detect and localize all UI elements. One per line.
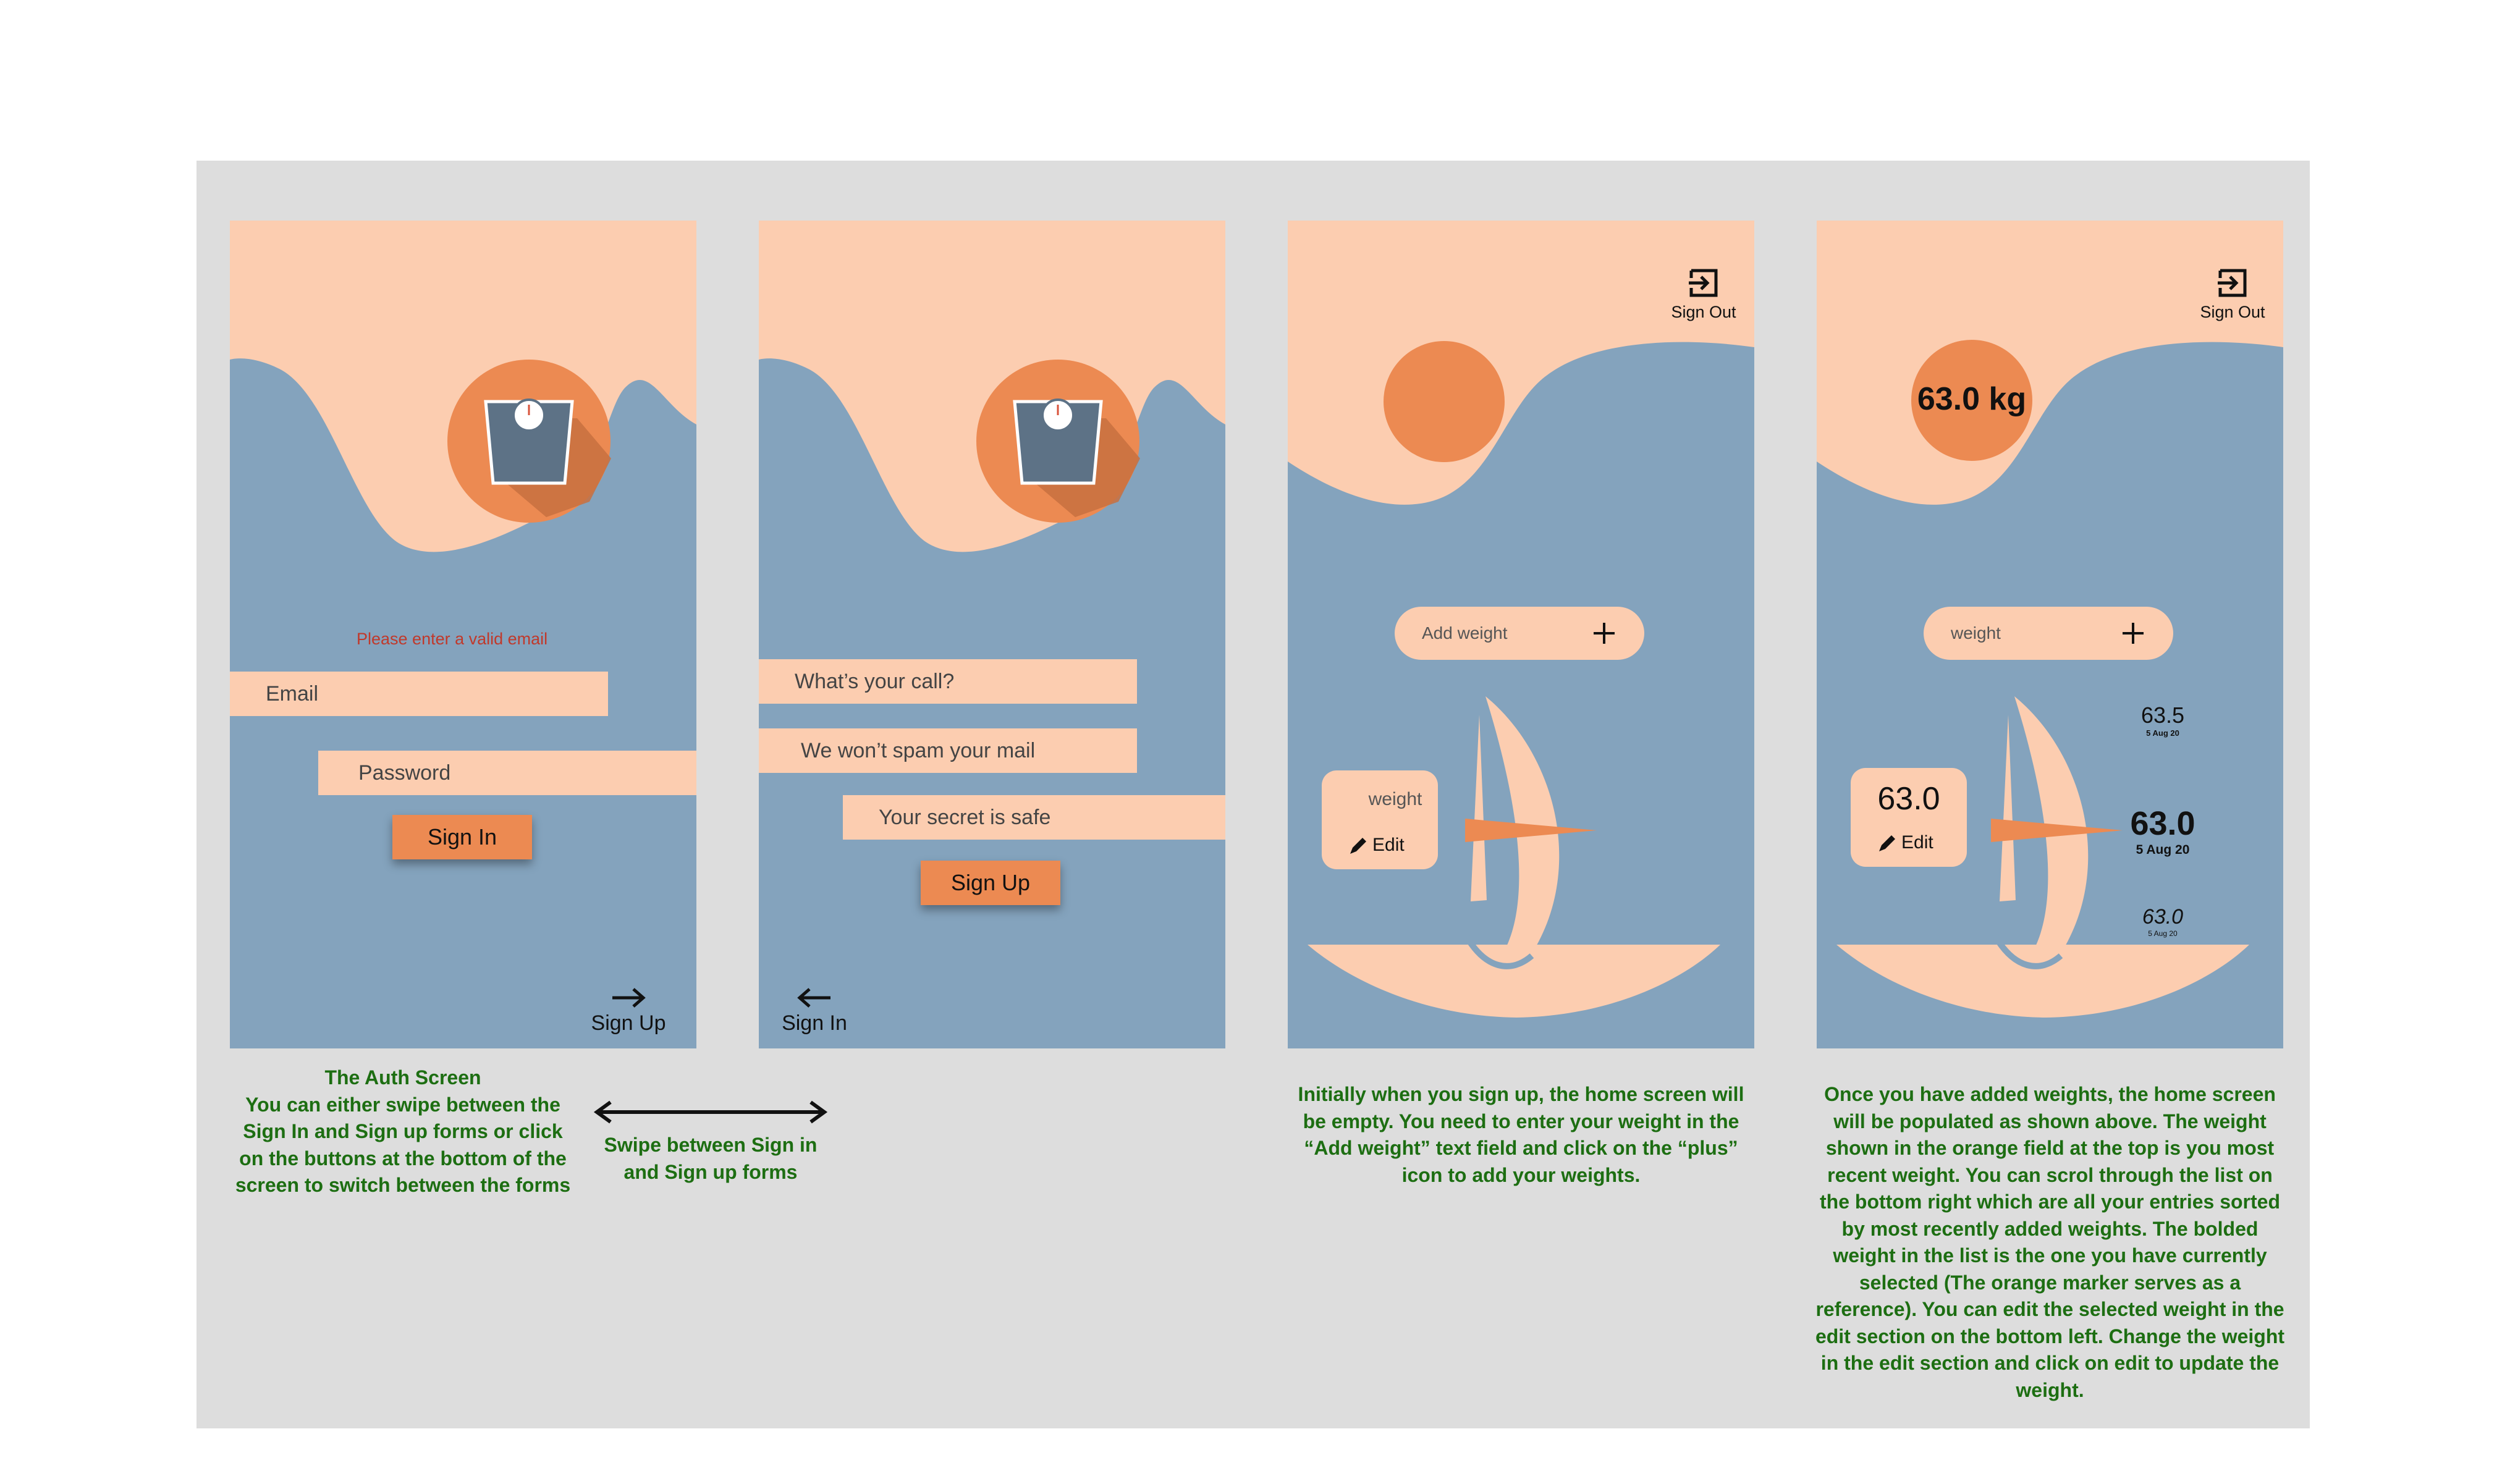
sign-out-button[interactable]: Sign Out xyxy=(2192,267,2273,322)
plus-icon[interactable] xyxy=(1589,618,1620,649)
add-weight-placeholder: weight xyxy=(1951,623,2001,643)
arrow-right-icon xyxy=(612,988,646,1008)
sign-out-label: Sign Out xyxy=(2200,303,2265,321)
entry-date: 5 Aug 20 xyxy=(2146,728,2179,738)
pencil-icon xyxy=(1350,838,1366,854)
edit-label: Edit xyxy=(1372,835,1405,855)
home-populated-caption: Once you have added weights, the home sc… xyxy=(1815,1083,2285,1401)
swipe-caption: Swipe between Sign in and Sign up forms xyxy=(604,1134,818,1183)
scale-logo-icon xyxy=(447,360,611,523)
weight-circle-empty xyxy=(1384,341,1505,462)
list-item[interactable]: 63.0 5 Aug 20 xyxy=(2113,905,2212,938)
scale-logo-icon xyxy=(976,360,1140,523)
sign-out-icon xyxy=(1689,269,1718,297)
auth-caption: The Auth Screen You can either swipe bet… xyxy=(235,1066,571,1196)
add-weight-placeholder: Add weight xyxy=(1422,623,1508,643)
email-error-text: Please enter a valid email xyxy=(357,630,548,648)
edit-button[interactable]: Edit xyxy=(1348,835,1405,856)
password-input[interactable]: Your secret is safe xyxy=(843,795,1225,840)
sign-out-button[interactable]: Sign Out xyxy=(1663,267,1744,322)
edit-weight-input[interactable]: weight xyxy=(1322,789,1438,810)
weight-history-list[interactable]: 63.5 5 Aug 20 63.0 5 Aug 20 63.0 5 Aug 2… xyxy=(2113,702,2212,980)
sign-up-button[interactable]: Sign Up xyxy=(921,861,1060,905)
home-empty-screen: Sign Out Add weight weight Edit xyxy=(1288,221,1754,1048)
plus-icon[interactable] xyxy=(2118,618,2149,649)
go-to-sign-up-button[interactable]: Sign Up xyxy=(585,987,672,1035)
home-empty-caption: Initially when you sign up, the home scr… xyxy=(1298,1083,1744,1186)
edit-weight-box: weight Edit xyxy=(1322,770,1438,869)
edit-label: Edit xyxy=(1901,832,1933,853)
selection-marker xyxy=(1991,819,2123,842)
sign-in-button[interactable]: Sign In xyxy=(392,815,532,859)
current-weight-value: 63.0 kg xyxy=(1917,381,2027,417)
entry-weight: 63.0 xyxy=(2142,905,2184,929)
sign-up-screen: What’s your call? We won’t spam your mai… xyxy=(759,221,1225,1048)
sign-in-nav-label: Sign In xyxy=(782,1011,847,1035)
list-item-selected[interactable]: 63.0 5 Aug 20 xyxy=(2113,804,2212,858)
sign-out-label: Sign Out xyxy=(1671,303,1736,321)
entry-date: 5 Aug 20 xyxy=(2136,843,2190,857)
current-weight-circle: 63.0 kg xyxy=(1911,340,2032,461)
add-weight-input[interactable]: Add weight xyxy=(1395,607,1644,660)
sign-in-screen: Please enter a valid email Email Passwor… xyxy=(230,221,696,1048)
email-input[interactable]: We won’t spam your mail xyxy=(759,728,1137,773)
entry-weight: 63.0 xyxy=(2130,805,2195,842)
selection-marker xyxy=(1465,819,1597,842)
edit-weight-input[interactable]: 63.0 xyxy=(1851,780,1967,817)
sign-up-nav-label: Sign Up xyxy=(591,1011,666,1035)
password-input[interactable]: Password xyxy=(318,751,696,795)
pencil-icon xyxy=(1879,835,1895,852)
home-populated-screen: Sign Out 63.0 kg weight 63.5 5 Aug 20 63… xyxy=(1817,221,2283,1048)
double-arrow-icon xyxy=(593,1100,828,1124)
add-weight-input[interactable]: weight xyxy=(1924,607,2173,660)
entry-date: 5 Aug 20 xyxy=(2148,929,2178,938)
edit-weight-box: 63.0 Edit xyxy=(1851,768,1967,867)
sign-out-icon xyxy=(2218,269,2247,297)
edit-button[interactable]: Edit xyxy=(1877,832,1933,854)
entry-weight: 63.5 xyxy=(2140,702,2185,728)
list-item[interactable]: 63.5 5 Aug 20 xyxy=(2113,702,2212,738)
go-to-sign-in-button[interactable]: Sign In xyxy=(771,987,858,1035)
name-input[interactable]: What’s your call? xyxy=(759,659,1137,704)
email-input[interactable]: Email xyxy=(230,672,608,716)
arrow-left-icon xyxy=(797,988,830,1008)
